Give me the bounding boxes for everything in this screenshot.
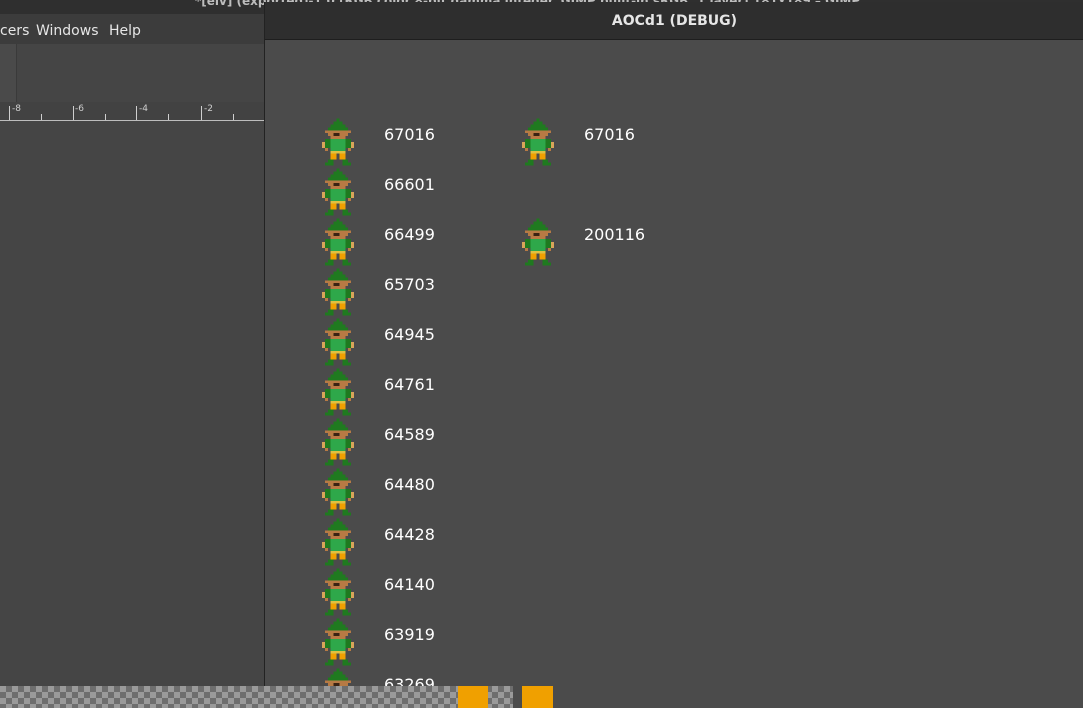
orange-marker	[458, 686, 488, 708]
elf-entry: 64140	[319, 568, 579, 616]
menu-item-windows[interactable]: Windows	[36, 23, 99, 39]
elf-entry: 65703	[319, 268, 579, 316]
ruler-tick	[105, 114, 106, 120]
orange-marker	[522, 686, 553, 708]
ruler-label: -8	[12, 104, 21, 114]
game-canvas: 67016 66601 66499 65703 64945 64761 64589 64480…	[265, 40, 1083, 708]
elf-sprite-icon	[319, 268, 357, 316]
ruler-label: -2	[204, 104, 213, 114]
elf-sprite-icon	[319, 318, 357, 366]
elf-entry: 64945	[319, 318, 579, 366]
elf-calorie-total: 64589	[384, 425, 435, 444]
elf-entry: 64480	[319, 468, 579, 516]
elf-entry: 66601	[319, 168, 579, 216]
elf-calorie-total: 67016	[384, 125, 435, 144]
elf-calorie-total: 200116	[584, 225, 646, 244]
horizontal-ruler[interactable]: -8 -6 -4 -2	[0, 102, 264, 121]
elf-sprite-icon	[319, 218, 357, 266]
ruler-tick	[168, 114, 169, 120]
elf-calorie-total: 64140	[384, 575, 435, 594]
elf-entry: 67016	[519, 118, 779, 166]
elf-calorie-total: 64945	[384, 325, 435, 344]
elf-sprite-icon	[319, 118, 357, 166]
menu-item-help[interactable]: Help	[109, 23, 141, 39]
elf-entry: 200116	[519, 218, 779, 266]
elf-sprite-icon	[319, 168, 357, 216]
elf-calorie-total: 64480	[384, 475, 435, 494]
elf-calorie-total: 67016	[584, 125, 635, 144]
elf-sprite-icon	[519, 118, 557, 166]
elf-calorie-total: 66601	[384, 175, 435, 194]
elf-entry: 64428	[319, 518, 579, 566]
ruler-tick	[233, 114, 234, 120]
elf-sprite-icon	[319, 618, 357, 666]
window-titlebar[interactable]: AOCd1 (DEBUG)	[265, 2, 1083, 40]
window-title: AOCd1 (DEBUG)	[611, 13, 738, 29]
elf-sprite-icon	[319, 518, 357, 566]
elf-entry: 64761	[319, 368, 579, 416]
ruler-tick	[73, 106, 74, 120]
elf-sprite-icon	[319, 468, 357, 516]
menu-item-filters[interactable]: cers	[0, 23, 29, 39]
ruler-tick	[136, 106, 137, 120]
ruler-tick	[41, 114, 42, 120]
elf-calorie-total: 64761	[384, 375, 435, 394]
elf-calorie-total: 63919	[384, 625, 435, 644]
elf-calorie-total: 65703	[384, 275, 435, 294]
ruler-label: -6	[75, 104, 84, 114]
background-canvas	[0, 121, 264, 708]
elf-sprite-icon	[319, 418, 357, 466]
game-window: AOCd1 (DEBUG) 67016 66601 66499 65703 64945 6…	[264, 2, 1083, 708]
background-toolbox	[0, 44, 17, 102]
elf-calorie-total: 64428	[384, 525, 435, 544]
ruler-tick	[9, 106, 10, 120]
elf-entry: 63919	[319, 618, 579, 666]
ruler-tick	[201, 106, 202, 120]
elf-entry: 64589	[319, 418, 579, 466]
ruler-label: -4	[139, 104, 148, 114]
elf-calorie-total: 66499	[384, 225, 435, 244]
background-menubar: cers Windows Help	[0, 14, 264, 44]
transparency-checkerboard	[0, 686, 513, 708]
elf-sprite-icon	[319, 368, 357, 416]
elf-sprite-icon	[519, 218, 557, 266]
elf-sprite-icon	[319, 568, 357, 616]
